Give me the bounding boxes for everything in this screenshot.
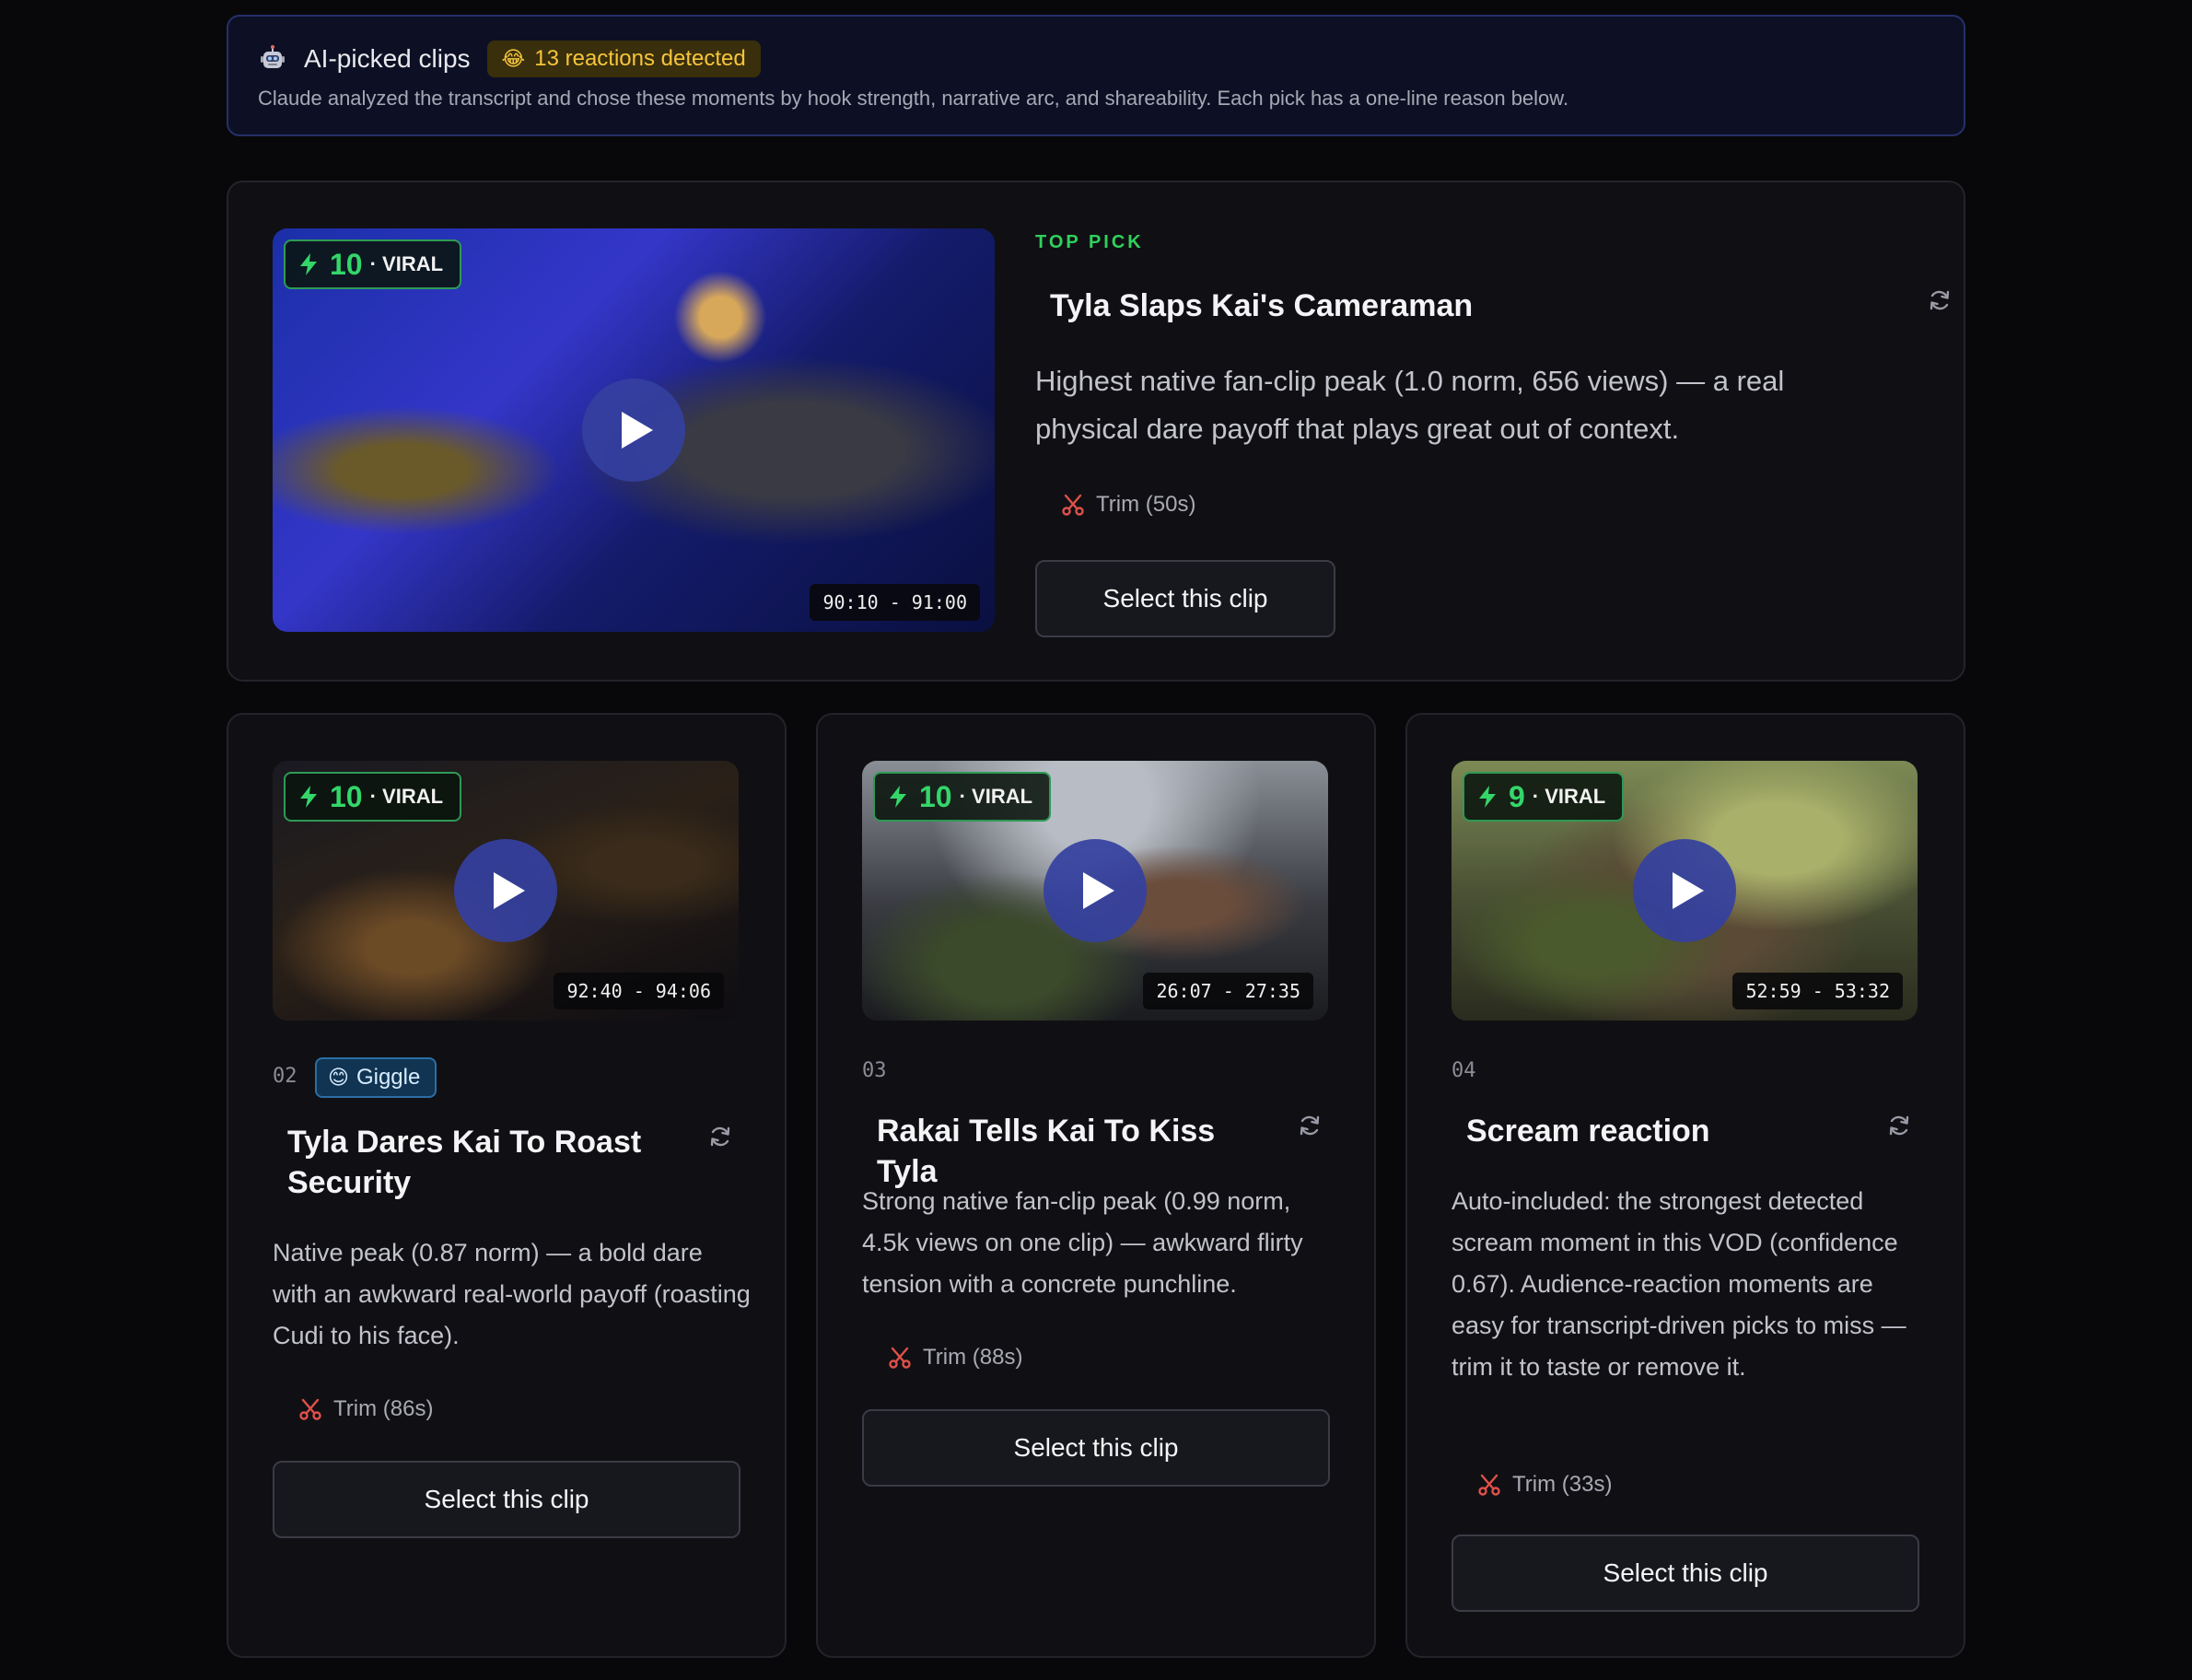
clip-reason: Native peak (0.87 norm) — a bold dare wi…: [273, 1239, 751, 1349]
viral-label: · VIRAL: [369, 252, 444, 275]
reactions-badge-label: 13 reactions detected: [534, 46, 746, 71]
viral-label: · VIRAL: [1532, 785, 1606, 808]
play-icon: [1083, 872, 1114, 909]
viral-score: 10: [919, 779, 952, 813]
trim-button[interactable]: Trim (86s): [298, 1396, 433, 1422]
clip-reason: Auto-included: the strongest detected sc…: [1452, 1187, 1906, 1381]
bolt-icon: [1479, 786, 1496, 808]
clip-thumbnail[interactable]: 10 · VIRAL 92:40 - 94:06: [273, 761, 739, 1021]
regenerate-icon[interactable]: [1297, 1113, 1323, 1138]
banner-description: Claude analyzed the transcript and chose…: [258, 87, 1569, 110]
clip-title[interactable]: Tyla Dares Kai To Roast Security: [287, 1122, 693, 1203]
bolt-icon: [890, 786, 906, 808]
play-icon: [622, 412, 653, 449]
clip-number: 02: [273, 1065, 297, 1088]
viral-score-badge: 10 · VIRAL: [284, 772, 462, 822]
viral-score: 10: [330, 247, 363, 281]
select-clip-button[interactable]: Select this clip: [1452, 1534, 1919, 1612]
play-button[interactable]: [1044, 839, 1147, 942]
viral-score-badge: 9 · VIRAL: [1463, 772, 1625, 822]
trim-button[interactable]: Trim (88s): [888, 1345, 1022, 1371]
clip-card: 10 · VIRAL 92:40 - 94:06 02 😊 Giggle Tyl…: [227, 713, 787, 1658]
regenerate-icon[interactable]: [1927, 287, 1953, 313]
bolt-icon: [300, 253, 317, 275]
select-clip-button[interactable]: Select this clip: [273, 1461, 740, 1538]
robot-icon: [261, 45, 285, 68]
trim-button[interactable]: Trim (50s): [1061, 492, 1195, 518]
select-clip-button[interactable]: Select this clip: [1035, 560, 1335, 637]
time-range: 52:59 - 53:32: [1732, 973, 1903, 1009]
banner-header: AI-picked clips 😂 13 reactions detected: [258, 41, 761, 77]
viral-score-badge: 10 · VIRAL: [873, 772, 1052, 822]
laughing-emoji-icon: 😂: [501, 47, 526, 70]
viral-label: · VIRAL: [959, 785, 1033, 808]
trim-label: Trim (88s): [923, 1345, 1023, 1370]
scissors-icon: [299, 1398, 321, 1420]
trim-button[interactable]: Trim (33s): [1477, 1472, 1612, 1498]
clip-title[interactable]: Scream reaction: [1466, 1111, 1871, 1151]
regenerate-icon[interactable]: [1886, 1113, 1912, 1138]
play-icon: [494, 872, 525, 909]
viral-score: 10: [330, 779, 363, 813]
trim-label: Trim (86s): [333, 1396, 434, 1421]
play-button[interactable]: [582, 379, 685, 482]
ai-picks-banner: AI-picked clips 😂 13 reactions detected …: [227, 15, 1965, 136]
clip-number: 03: [862, 1059, 887, 1082]
trim-label: Trim (33s): [1512, 1472, 1613, 1497]
play-icon: [1673, 872, 1704, 909]
scissors-icon: [1478, 1474, 1500, 1496]
bolt-icon: [300, 786, 317, 808]
reaction-tag: 😊 Giggle: [315, 1057, 437, 1098]
top-pick-label: TOP PICK: [1035, 232, 1144, 252]
clip-card: 10 · VIRAL 26:07 - 27:35 03 Rakai Tells …: [816, 713, 1376, 1658]
time-range: 92:40 - 94:06: [554, 973, 724, 1009]
reaction-tag-label: Giggle: [356, 1065, 421, 1090]
scissors-icon: [889, 1347, 911, 1369]
viral-score: 9: [1509, 779, 1525, 813]
clip-thumbnail[interactable]: 9 · VIRAL 52:59 - 53:32: [1452, 761, 1918, 1021]
clip-card: 9 · VIRAL 52:59 - 53:32 04 Scream reacti…: [1405, 713, 1965, 1658]
viral-score-badge: 10 · VIRAL: [284, 239, 462, 289]
clip-title[interactable]: Rakai Tells Kai To Kiss Tyla: [877, 1111, 1282, 1192]
play-button[interactable]: [454, 839, 557, 942]
clip-thumbnail[interactable]: 10 · VIRAL 90:10 - 91:00: [273, 228, 995, 632]
banner-title: AI-picked clips: [304, 44, 471, 73]
smile-emoji-icon: 😊: [328, 1066, 349, 1089]
trim-label: Trim (50s): [1096, 492, 1196, 517]
clip-reason: Highest native fan-clip peak (1.0 norm, …: [1035, 365, 1785, 445]
time-range: 26:07 - 27:35: [1143, 973, 1313, 1009]
play-button[interactable]: [1633, 839, 1736, 942]
clip-thumbnail[interactable]: 10 · VIRAL 26:07 - 27:35: [862, 761, 1328, 1021]
clip-number: 04: [1452, 1059, 1476, 1082]
top-pick-card: 10 · VIRAL 90:10 - 91:00 TOP PICK Tyla S…: [227, 181, 1965, 682]
time-range: 90:10 - 91:00: [810, 584, 980, 621]
regenerate-icon[interactable]: [707, 1124, 733, 1149]
clip-title[interactable]: Tyla Slaps Kai's Cameraman: [1050, 286, 1473, 326]
reactions-badge: 😂 13 reactions detected: [486, 41, 761, 77]
clip-reason: Strong native fan-clip peak (0.99 norm, …: [862, 1187, 1303, 1298]
viral-label: · VIRAL: [369, 785, 444, 808]
select-clip-button[interactable]: Select this clip: [862, 1409, 1330, 1487]
scissors-icon: [1062, 494, 1084, 516]
